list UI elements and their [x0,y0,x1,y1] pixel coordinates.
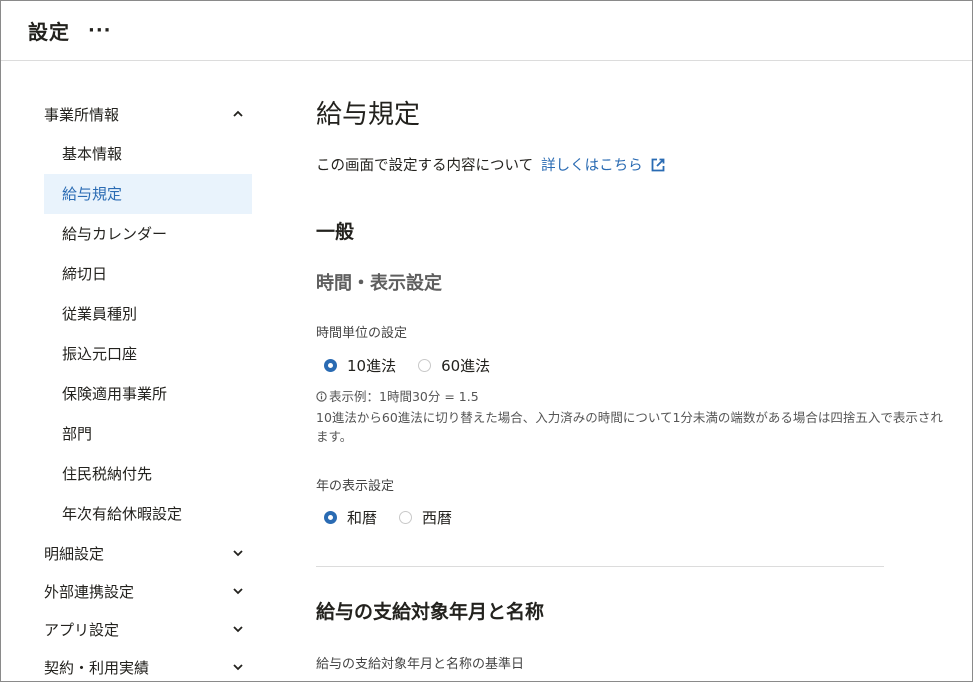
radio-button-selected[interactable] [324,511,337,524]
sidebar-item-employee-type[interactable]: 従業員種別 [44,294,252,334]
external-link-icon [651,158,664,171]
radio-western-year[interactable]: 西暦 [399,507,452,528]
chevron-down-icon [233,550,243,557]
radio-label: 10進法 [347,357,397,375]
sidebar-group-label: アプリ設定 [44,620,120,639]
section-general-heading: 一般 [316,221,355,243]
radio-button[interactable] [418,359,432,372]
sidebar-group-app[interactable]: アプリ設定 [44,610,252,648]
more-icon[interactable]: ··· [88,20,112,41]
radio-sexagesimal[interactable]: 60進法 [418,355,490,376]
time-unit-note: 10進法から60進法に切り替えた場合、入力済みの時間について1分未満の端数がある… [316,410,943,444]
chevron-down-icon [233,626,243,633]
sidebar-item-insurance-office[interactable]: 保険適用事業所 [44,374,252,414]
settings-window: 設定 ··· 事業所情報 基本情報 給与規定 給与カレンダー 締切日 従業員種別… [0,0,973,682]
time-display-heading: 時間・表示設定 [316,273,442,294]
radio-label: 60進法 [441,357,491,375]
help-link-label: 詳しくはこちら [541,158,643,174]
radio-button-selected[interactable] [324,359,337,372]
time-unit-label: 時間単位の設定 [316,326,408,341]
app-header: 設定 ··· [1,1,972,61]
section-divider [316,566,884,567]
pay-basis-label: 給与の支給対象年月と名称の基準日 [316,657,525,672]
sidebar-item-basic-info[interactable]: 基本情報 [44,134,252,174]
time-unit-radio-group: 10進法 60進法 [324,355,512,376]
sidebar-group-label: 明細設定 [44,544,105,563]
radio-label: 和暦 [347,509,378,527]
sidebar-group-label: 契約・利用実績 [44,658,150,677]
sidebar-group-integration[interactable]: 外部連携設定 [44,572,252,610]
time-unit-example: 表示例：1時間30分 = 1.5 [316,387,479,406]
sidebar-item-pay-calendar[interactable]: 給与カレンダー [44,214,252,254]
sidebar-group-label: 外部連携設定 [44,582,135,601]
sidebar-group-label: 事業所情報 [44,105,120,124]
section-pay-heading: 給与の支給対象年月と名称 [316,601,545,623]
sidebar-item-closing-date[interactable]: 締切日 [44,254,252,294]
page-header-title: 設定 [28,20,70,44]
help-link[interactable]: 詳しくはこちら [541,154,666,175]
example-text: 表示例：1時間30分 = 1.5 [329,389,479,404]
chevron-down-icon [233,588,243,595]
settings-sidebar: 事業所情報 基本情報 給与規定 給与カレンダー 締切日 従業員種別 振込元口座 … [44,94,252,681]
sidebar-group-statement[interactable]: 明細設定 [44,534,252,572]
sidebar-item-pay-rules[interactable]: 給与規定 [44,174,252,214]
radio-button[interactable] [399,511,413,524]
sidebar-item-resident-tax[interactable]: 住民税納付先 [44,454,252,494]
year-display-radio-group: 和暦 西暦 [324,507,474,528]
radio-decimal[interactable]: 10進法 [324,355,396,376]
sidebar-group-contract[interactable]: 契約・利用実績 [44,648,252,681]
radio-japanese-era[interactable]: 和暦 [324,507,377,528]
sidebar-group-office[interactable]: 事業所情報 [44,94,252,134]
intro-text: この画面で設定する内容について [316,158,534,174]
year-display-label: 年の表示設定 [316,479,395,494]
intro-line: この画面で設定する内容について 詳しくはこちら [316,154,666,175]
page-title: 給与規定 [316,100,421,130]
info-icon [316,391,327,402]
chevron-up-icon [233,110,243,117]
radio-label: 西暦 [422,509,453,527]
chevron-down-icon [233,664,243,671]
sidebar-item-paid-leave[interactable]: 年次有給休暇設定 [44,494,252,534]
sidebar-item-department[interactable]: 部門 [44,414,252,454]
sidebar-item-transfer-account[interactable]: 振込元口座 [44,334,252,374]
